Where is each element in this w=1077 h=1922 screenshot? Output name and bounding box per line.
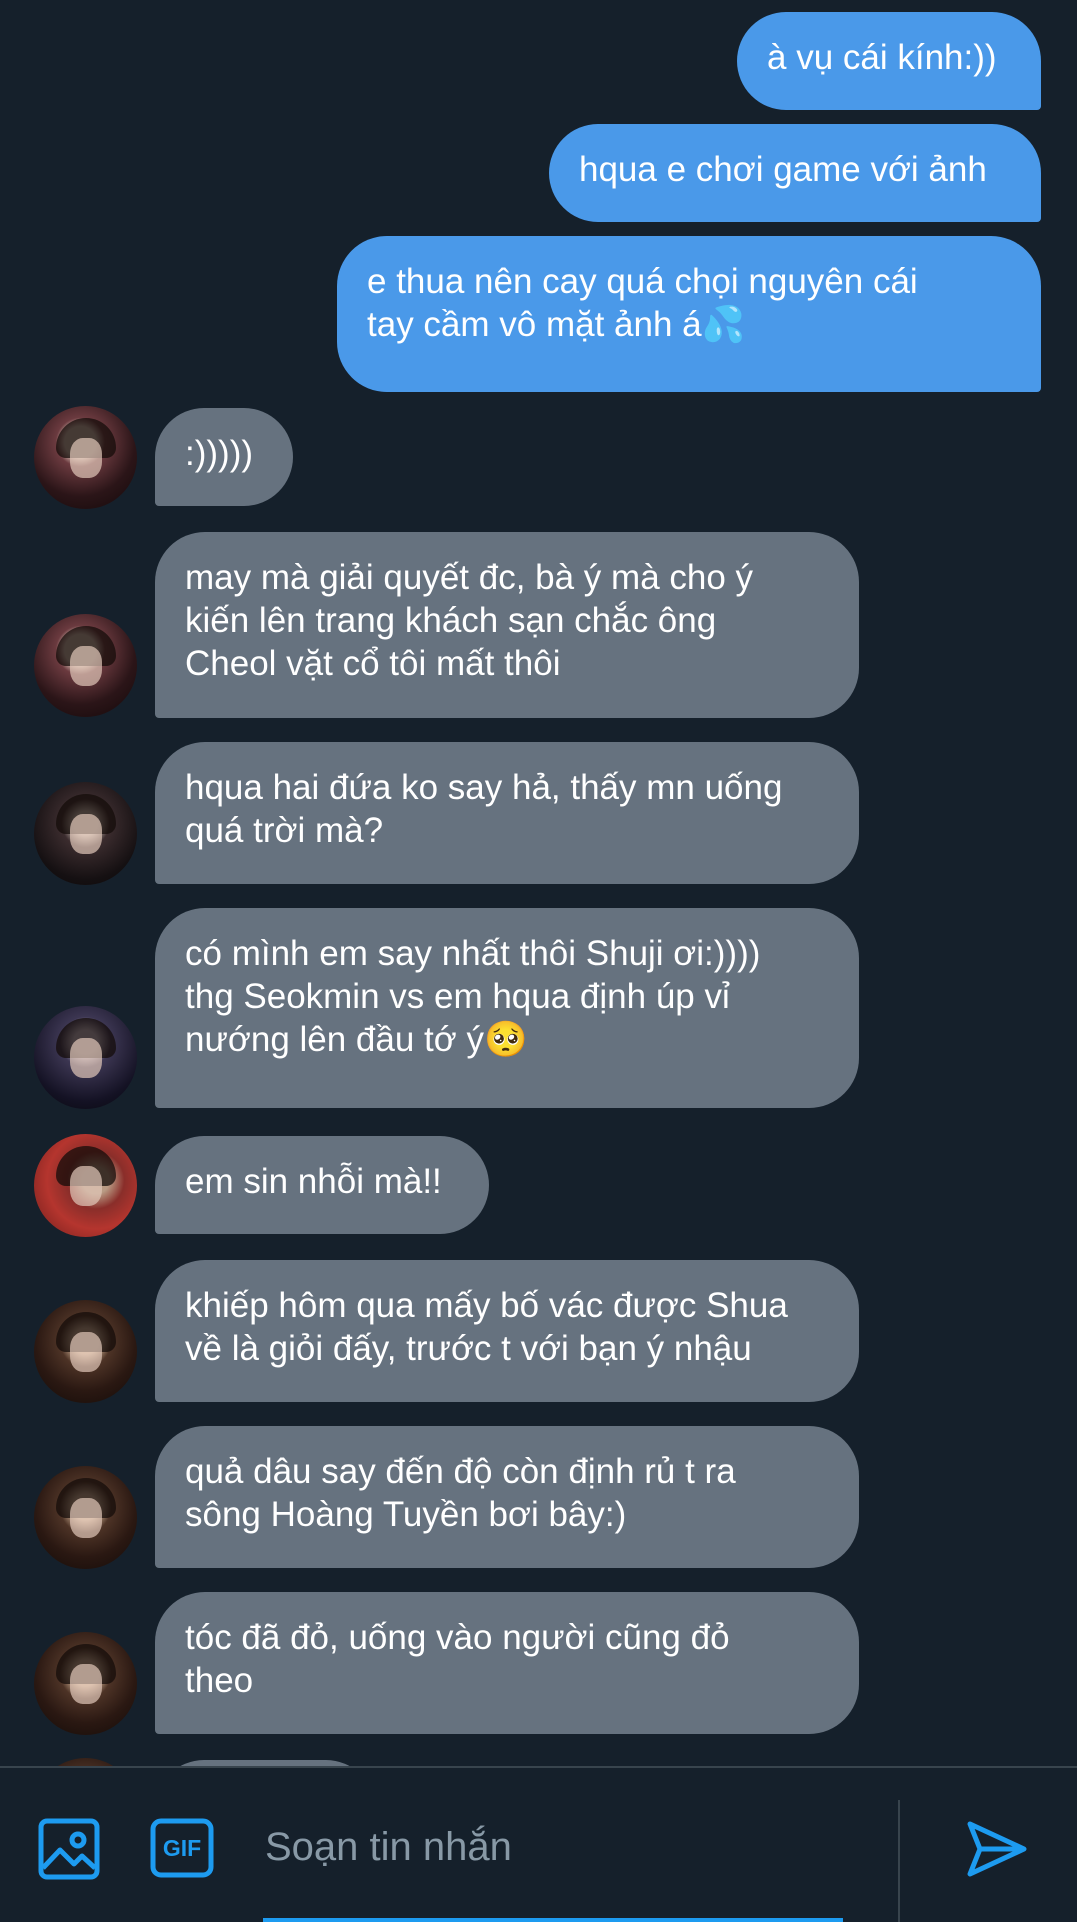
input-focus-underline [263, 1918, 843, 1922]
avatar[interactable] [34, 1134, 137, 1237]
avatar[interactable] [34, 1466, 137, 1569]
divider [898, 1800, 900, 1922]
avatar[interactable] [34, 1006, 137, 1109]
message-bubble-incoming[interactable]: :))))) [155, 408, 293, 506]
avatar[interactable] [34, 614, 137, 717]
image-icon[interactable] [38, 1818, 100, 1880]
message-bubble-incoming[interactable]: hqua hai đứa ko say hả, thấy mn uống quá… [155, 742, 859, 884]
composer-bar: GIF [0, 1766, 1077, 1922]
avatar [34, 1758, 137, 1766]
message-bubble-outgoing[interactable]: hqua e chơi game với ảnh [549, 124, 1041, 222]
message-bubble-incoming[interactable]: có mình em say nhất thôi Shuji ơi:)))) t… [155, 908, 859, 1108]
message-bubble-incoming[interactable]: em sin nhỗi mà!! [155, 1136, 489, 1234]
avatar[interactable] [34, 1300, 137, 1403]
message-bubble-incoming[interactable]: tóc đã đỏ, uống vào người cũng đỏ theo [155, 1592, 859, 1734]
message-bubble-outgoing[interactable]: à vụ cái kính:)) [737, 12, 1041, 110]
message-bubble-incoming[interactable]: quả dâu say đến độ còn định rủ t ra sông… [155, 1426, 859, 1568]
gif-label: GIF [162, 1835, 202, 1861]
avatar[interactable] [34, 1632, 137, 1735]
message-bubble-outgoing[interactable]: e thua nên cay quá chọi nguyên cái tay c… [337, 236, 1041, 392]
gif-button[interactable]: GIF [150, 1818, 214, 1878]
send-icon[interactable] [964, 1818, 1030, 1880]
avatar[interactable] [34, 406, 137, 509]
avatar[interactable] [34, 782, 137, 885]
message-input[interactable] [263, 1806, 887, 1888]
message-list[interactable]: à vụ cái kính:)) hqua e chơi game với ản… [0, 0, 1077, 1766]
message-bubble-incoming[interactable]: may mà giải quyết đc, bà ý mà cho ý kiến… [155, 532, 859, 718]
message-bubble-incoming[interactable]: khiếp hôm qua mấy bố vác được Shua về là… [155, 1260, 859, 1402]
